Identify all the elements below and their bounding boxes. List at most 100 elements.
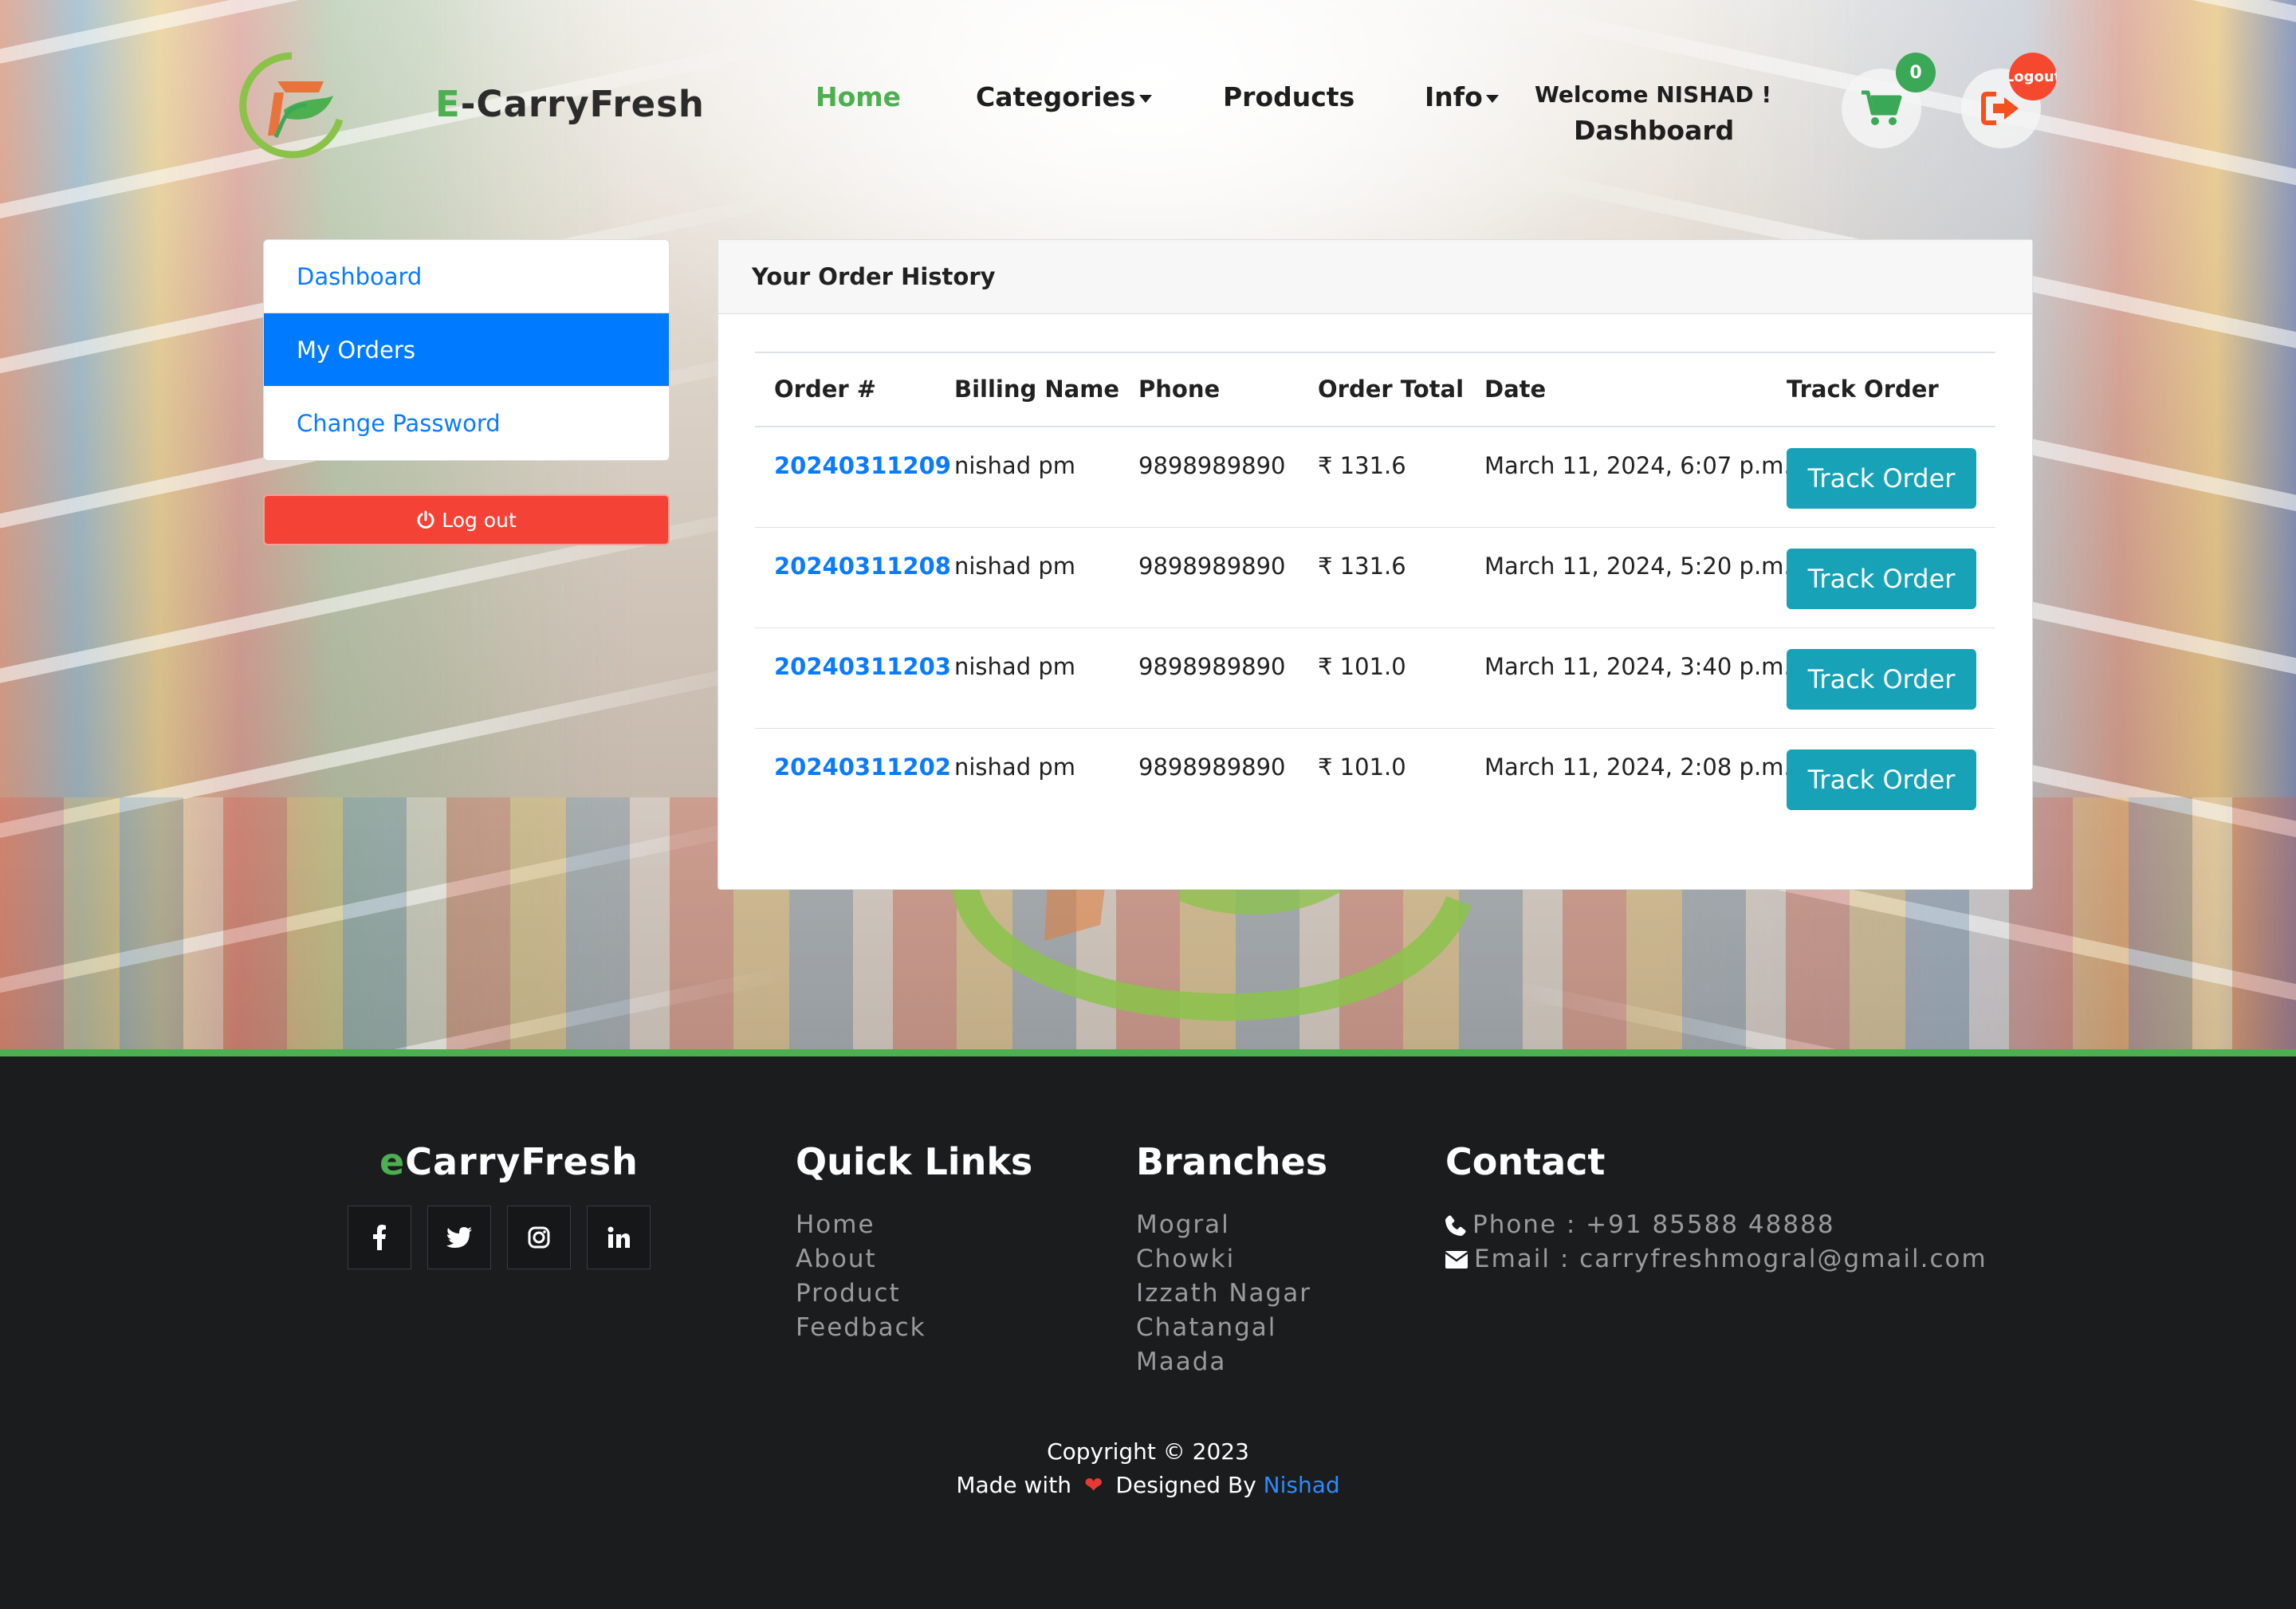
table-row: 20240311209 nishad pm 9898989890 ₹ 131.6… [755, 427, 1995, 528]
order-total: ₹ 131.6 [1318, 553, 1406, 580]
designed-by-text: Designed By [1115, 1472, 1256, 1498]
heart-icon: ❤ [1083, 1472, 1103, 1498]
footer-brand-accent: e [379, 1140, 406, 1183]
footer-link-feedback[interactable]: Feedback [796, 1311, 926, 1345]
envelope-icon [1445, 1250, 1468, 1269]
contact-email: Email : carryfreshmogral@gmail.com [1445, 1242, 1987, 1277]
table-row: 20240311202 nishad pm 9898989890 ₹ 101.0… [755, 729, 1995, 829]
branches-title: Branches [1136, 1140, 1328, 1183]
phone-icon [1445, 1215, 1466, 1236]
linkedin-icon [607, 1226, 630, 1248]
twitter-icon [446, 1227, 472, 1248]
card-title: Your Order History [718, 240, 2032, 314]
logout-badge: Logout [2009, 53, 2057, 100]
track-order-button[interactable]: Track Order [1787, 649, 1976, 710]
contact-phone: Phone : +91 85588 48888 [1445, 1208, 1987, 1242]
sidebar-item-dashboard[interactable]: Dashboard [264, 240, 669, 313]
branch-item: Chatangal [1136, 1313, 1277, 1342]
instagram-button[interactable] [507, 1206, 571, 1269]
author-link[interactable]: Nishad [1264, 1472, 1340, 1498]
branch-item: Maada [1136, 1347, 1227, 1376]
sidebar-item-my-orders[interactable]: My Orders [264, 313, 669, 387]
column-header: Order Total [1318, 376, 1464, 403]
billing-name: nishad pm [954, 653, 1075, 680]
logout-label: Log out [442, 508, 517, 532]
phone: 9898989890 [1138, 452, 1286, 479]
nav-info[interactable]: Info [1425, 81, 1499, 112]
phone: 9898989890 [1138, 753, 1286, 781]
order-number-link[interactable]: 20240311209 [774, 452, 951, 479]
branches-list: Mogral Chowki Izzath Nagar Chatangal Maa… [1136, 1208, 1311, 1379]
branch-item: Chowki [1136, 1245, 1236, 1273]
copyright: Copyright © 2023 [1047, 1438, 1249, 1465]
phone: 9898989890 [1138, 553, 1286, 580]
order-total: ₹ 101.0 [1318, 753, 1406, 781]
made-with-line: Made with ❤ Designed By Nishad [0, 1472, 2296, 1498]
order-date: March 11, 2024, 3:40 p.m. [1484, 653, 1791, 680]
order-history-card: Your Order History Order # Billing Name … [718, 239, 2033, 890]
billing-name: nishad pm [954, 452, 1075, 479]
nav-categories[interactable]: Categories [976, 81, 1152, 112]
order-date: March 11, 2024, 2:08 p.m. [1484, 753, 1791, 781]
nav-products[interactable]: Products [1223, 81, 1354, 112]
contact-list: Phone : +91 85588 48888 Email : carryfre… [1445, 1208, 1987, 1277]
leaf-logo-icon [239, 52, 344, 159]
cart-icon [1862, 90, 1902, 125]
nav-categories-label: Categories [976, 81, 1136, 112]
nav-info-label: Info [1425, 81, 1483, 112]
order-number-link[interactable]: 20240311208 [774, 553, 951, 580]
footer-link-about[interactable]: About [796, 1242, 926, 1277]
quick-links-title: Quick Links [796, 1140, 1033, 1183]
power-icon [417, 510, 434, 529]
brand-accent: E [435, 83, 461, 125]
brand-logo[interactable] [236, 49, 344, 161]
orders-table: Order # Billing Name Phone Order Total D… [755, 352, 1995, 829]
order-date: March 11, 2024, 6:07 p.m. [1484, 452, 1791, 479]
column-header: Track Order [1787, 376, 1939, 403]
track-order-button[interactable]: Track Order [1787, 448, 1976, 509]
branch-item: Mogral [1136, 1210, 1230, 1239]
hero-divider [0, 1049, 2296, 1056]
footer-link-home[interactable]: Home [796, 1208, 926, 1242]
account-sidebar: Dashboard My Orders Change Password [263, 239, 670, 461]
track-order-button[interactable]: Track Order [1787, 549, 1976, 609]
table-row: 20240311203 nishad pm 9898989890 ₹ 101.0… [755, 628, 1995, 729]
column-header: Order # [774, 376, 877, 403]
phone: 9898989890 [1138, 653, 1286, 680]
footer-brand-rest: CarryFresh [405, 1140, 639, 1183]
cart-count-badge: 0 [1896, 53, 1936, 92]
caret-down-icon [1485, 94, 1499, 103]
footer-link-product[interactable]: Product [796, 1277, 926, 1311]
contact-email-text: Email : carryfreshmogral@gmail.com [1474, 1245, 1987, 1273]
order-total: ₹ 101.0 [1318, 653, 1406, 680]
order-number-link[interactable]: 20240311203 [774, 653, 951, 680]
logout-button[interactable]: Log out [263, 494, 670, 545]
made-with-text: Made with [956, 1472, 1071, 1498]
order-date: March 11, 2024, 5:20 p.m. [1484, 553, 1791, 580]
column-header: Billing Name [954, 376, 1120, 403]
table-row: 20240311208 nishad pm 9898989890 ₹ 131.6… [755, 528, 1995, 628]
nav-home[interactable]: Home [816, 81, 901, 112]
branch-item: Izzath Nagar [1136, 1279, 1311, 1308]
quick-links-list: Home About Product Feedback [796, 1208, 926, 1345]
column-header: Phone [1138, 376, 1221, 403]
column-header: Date [1484, 376, 1547, 403]
facebook-button[interactable] [348, 1206, 411, 1269]
contact-phone-text: Phone : +91 85588 48888 [1472, 1210, 1835, 1239]
instagram-icon [528, 1226, 550, 1249]
sidebar-item-change-password[interactable]: Change Password [264, 387, 669, 460]
nav-dashboard[interactable]: Dashboard [1574, 115, 1734, 146]
order-number-link[interactable]: 20240311202 [774, 753, 951, 781]
facebook-icon [373, 1225, 386, 1250]
brand-rest: -CarryFresh [460, 83, 705, 125]
billing-name: nishad pm [954, 553, 1075, 580]
welcome-text: Welcome NISHAD ! [1535, 81, 1772, 108]
caret-down-icon [1138, 94, 1152, 103]
brand-name[interactable]: E-CarryFresh [435, 83, 705, 125]
table-header-row: Order # Billing Name Phone Order Total D… [755, 353, 1995, 427]
contact-title: Contact [1445, 1140, 1606, 1183]
billing-name: nishad pm [954, 753, 1075, 781]
linkedin-button[interactable] [587, 1206, 651, 1269]
twitter-button[interactable] [427, 1206, 491, 1269]
track-order-button[interactable]: Track Order [1787, 749, 1976, 810]
